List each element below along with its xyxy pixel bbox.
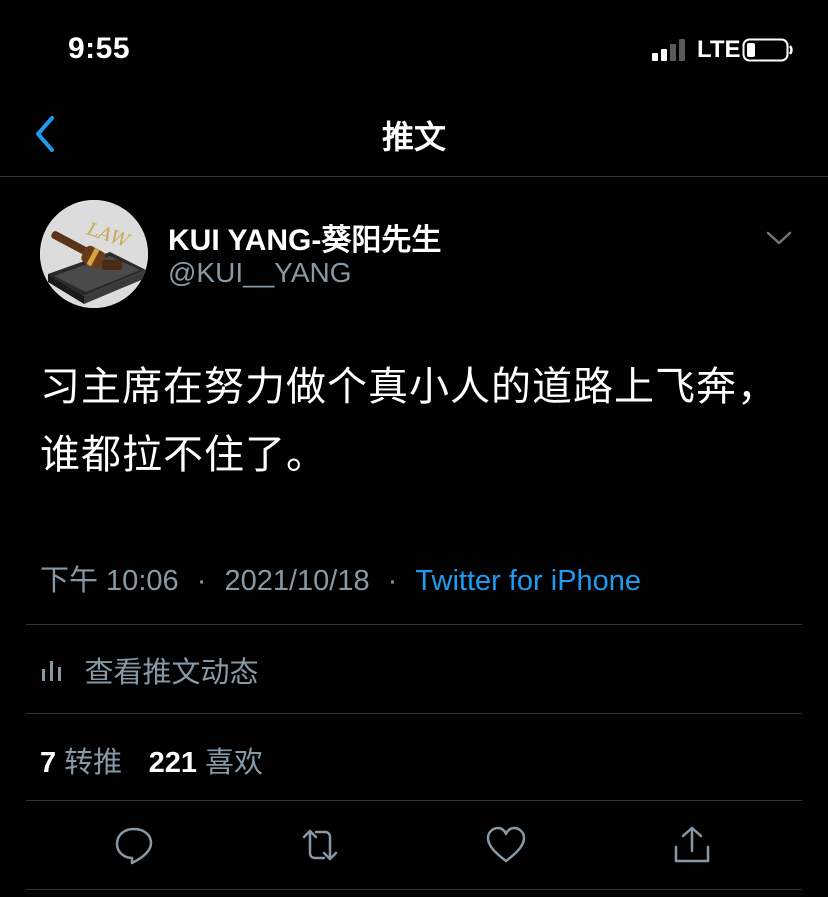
law-book-gavel-icon: LAW bbox=[40, 200, 148, 308]
activity-label: 查看推文动态 bbox=[84, 657, 259, 689]
retweet-label[interactable]: 转推 bbox=[64, 747, 122, 779]
avatar[interactable]: LAW bbox=[40, 200, 148, 308]
divider bbox=[26, 624, 802, 625]
page-title: 推文 bbox=[381, 119, 446, 155]
tweet-meta: 下午 10:06 · 2021/10/18 · Twitter for iPho… bbox=[40, 557, 641, 599]
meta-separator: · bbox=[387, 565, 398, 597]
retweet-icon[interactable] bbox=[298, 823, 342, 867]
meta-separator: · bbox=[196, 565, 207, 597]
network-type: LTE bbox=[697, 36, 741, 63]
like-count[interactable]: 221 bbox=[149, 747, 197, 779]
status-time: 9:55 bbox=[68, 32, 131, 65]
author-handle[interactable]: @KUI__YANG bbox=[168, 257, 352, 289]
bar-chart-icon bbox=[42, 661, 61, 681]
reply-icon[interactable] bbox=[112, 823, 156, 867]
tweet-source-link[interactable]: Twitter for iPhone bbox=[415, 565, 641, 597]
like-label[interactable]: 喜欢 bbox=[205, 747, 263, 779]
tweet-text: 习主席在努力做个真小人的道路上飞奔，谁都拉不住了。 bbox=[40, 365, 778, 477]
divider bbox=[26, 713, 802, 714]
divider bbox=[26, 800, 802, 801]
view-tweet-activity[interactable]: 查看推文动态 bbox=[40, 649, 258, 689]
tweet-actions bbox=[0, 817, 828, 877]
divider bbox=[26, 889, 802, 890]
retweet-count[interactable]: 7 bbox=[40, 747, 56, 779]
tweet-stats: 7 转推 221 喜欢 bbox=[40, 739, 285, 781]
like-icon[interactable] bbox=[484, 823, 528, 867]
chevron-down-icon[interactable] bbox=[762, 225, 796, 251]
share-icon[interactable] bbox=[670, 823, 714, 867]
nav-bar: 推文 bbox=[0, 100, 828, 177]
tweet-time: 下午 10:06 bbox=[40, 565, 179, 597]
signal-icon bbox=[652, 39, 685, 61]
author-display-name[interactable]: KUI YANG-葵阳先生 bbox=[168, 215, 441, 259]
tweet-date: 2021/10/18 bbox=[224, 565, 370, 597]
battery-icon bbox=[742, 38, 793, 62]
status-bar: 9:55 LTE bbox=[0, 0, 828, 100]
